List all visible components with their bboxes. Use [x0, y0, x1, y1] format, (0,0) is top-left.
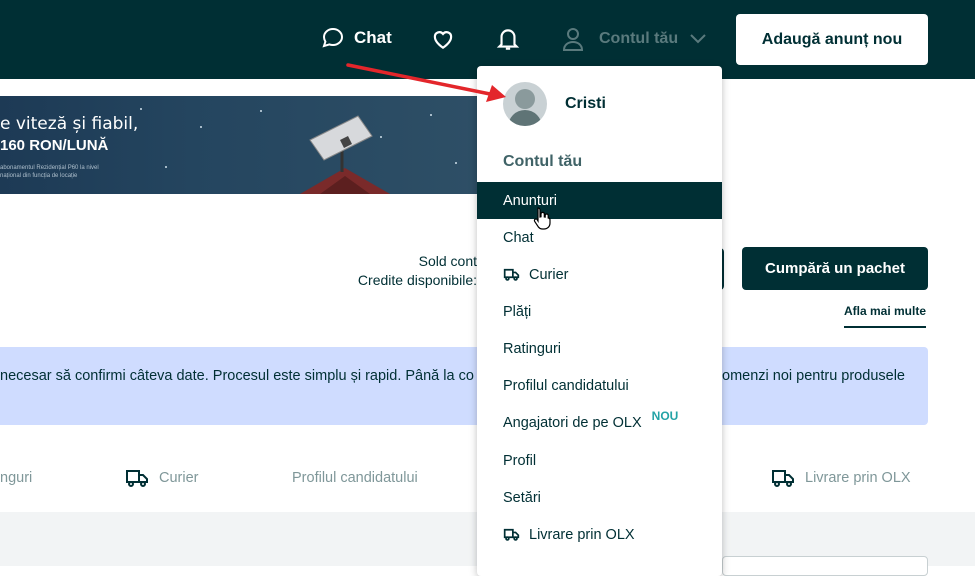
menu-item-label: Angajatori de pe OLX: [503, 414, 642, 431]
chat-bubble-icon: [322, 27, 344, 48]
truck-icon: [503, 528, 520, 541]
bell-icon: [496, 29, 520, 50]
chevron-down-icon: [690, 34, 706, 44]
banner-price: 160 RON/LUNĂ: [0, 137, 109, 154]
info-text-right: omenzi noi pentru produsele: [722, 368, 905, 384]
menu-item-chat[interactable]: Chat: [477, 219, 722, 256]
account-dropdown-menu: Cristi Contul tău Anunturi Chat Curier P…: [477, 66, 722, 576]
chat-nav-label: Chat: [354, 28, 392, 47]
account-menu-label: Contul tău: [599, 30, 679, 47]
new-badge: NOU: [651, 408, 679, 423]
banner-star: [200, 126, 202, 128]
menu-item-livrare-prin-olx[interactable]: Livrare prin OLX: [477, 516, 722, 553]
account-menu-toggle[interactable]: Contul tău: [561, 26, 706, 52]
user-icon: [562, 28, 584, 51]
tab-label: nguri: [0, 470, 33, 486]
tab-curier[interactable]: Curier: [125, 467, 198, 489]
banner-star: [140, 108, 142, 110]
menu-item-label: Chat: [503, 229, 534, 246]
tab-label: Livrare prin OLX: [805, 470, 911, 486]
banner-headline: e viteză și fiabil,: [0, 114, 139, 134]
truck-icon: [772, 470, 794, 487]
tab-livrare-prin-olx[interactable]: Livrare prin OLX: [771, 467, 911, 489]
sold-label: Sold cont: [418, 253, 477, 269]
banner-star: [260, 110, 262, 112]
info-notice: necesar să confirmi câteva date. Procesu…: [0, 347, 928, 425]
hand-pointer-icon: [533, 207, 551, 230]
dropdown-section-title: Contul tău: [503, 153, 583, 170]
menu-item-profil[interactable]: Profil: [477, 442, 722, 479]
menu-item-ratinguri[interactable]: Ratinguri: [477, 330, 722, 367]
account-balance: Sold cont Credite disponibile:: [358, 252, 477, 290]
banner-fineprint: abonamentul Rezidențial P60 la nivel naț…: [0, 165, 99, 179]
buy-package-button[interactable]: Cumpără un pachet: [742, 247, 928, 290]
add-listing-button[interactable]: Adaugă anunț nou: [736, 14, 928, 65]
avatar-body: [508, 110, 542, 126]
menu-item-curier[interactable]: Curier: [477, 256, 722, 293]
menu-item-label: Curier: [529, 266, 569, 283]
tab-label: Curier: [159, 470, 199, 486]
menu-item-anunturi[interactable]: Anunturi: [477, 182, 722, 219]
heart-icon: [433, 31, 453, 49]
credits-label: Credite disponibile:: [357, 272, 477, 288]
menu-item-label: Plăți: [503, 303, 532, 320]
satellite-dish-image: [300, 115, 390, 194]
tab-profilul-candidatului[interactable]: Profilul candidatului: [292, 470, 418, 486]
truck-icon: [503, 268, 520, 281]
menu-item-label: Profil: [503, 452, 537, 469]
menu-item-label: Livrare prin OLX: [529, 526, 635, 543]
learn-more-link[interactable]: Afla mai multe: [844, 304, 927, 328]
banner-star: [430, 114, 432, 116]
truck-icon: [126, 470, 148, 487]
info-text-left: necesar să confirmi câteva date. Procesu…: [0, 368, 474, 384]
tab-label: Profilul candidatului: [292, 470, 418, 486]
banner-star: [455, 162, 457, 164]
menu-item-label: Ratinguri: [503, 340, 562, 357]
menu-item-label: Profilul candidatului: [503, 377, 629, 394]
user-name: Cristi: [565, 95, 606, 112]
menu-item-plati[interactable]: Plăți: [477, 293, 722, 330]
menu-item-angajatori[interactable]: Angajatori de pe OLX NOU: [477, 404, 722, 441]
tab-ratinguri[interactable]: nguri: [0, 470, 32, 486]
favorites-button[interactable]: [430, 26, 456, 52]
banner-star: [165, 166, 167, 168]
search-input[interactable]: [722, 556, 928, 576]
promo-banner[interactable]: e viteză și fiabil, 160 RON/LUNĂ aboname…: [0, 96, 478, 194]
notifications-button[interactable]: [495, 25, 521, 53]
menu-item-label: Setări: [503, 489, 541, 506]
menu-item-setari[interactable]: Setări: [477, 479, 722, 516]
chat-nav-link[interactable]: Chat: [321, 26, 392, 50]
annotation-arrow-icon: [346, 63, 506, 102]
menu-item-profilul-candidatului[interactable]: Profilul candidatului: [477, 367, 722, 404]
